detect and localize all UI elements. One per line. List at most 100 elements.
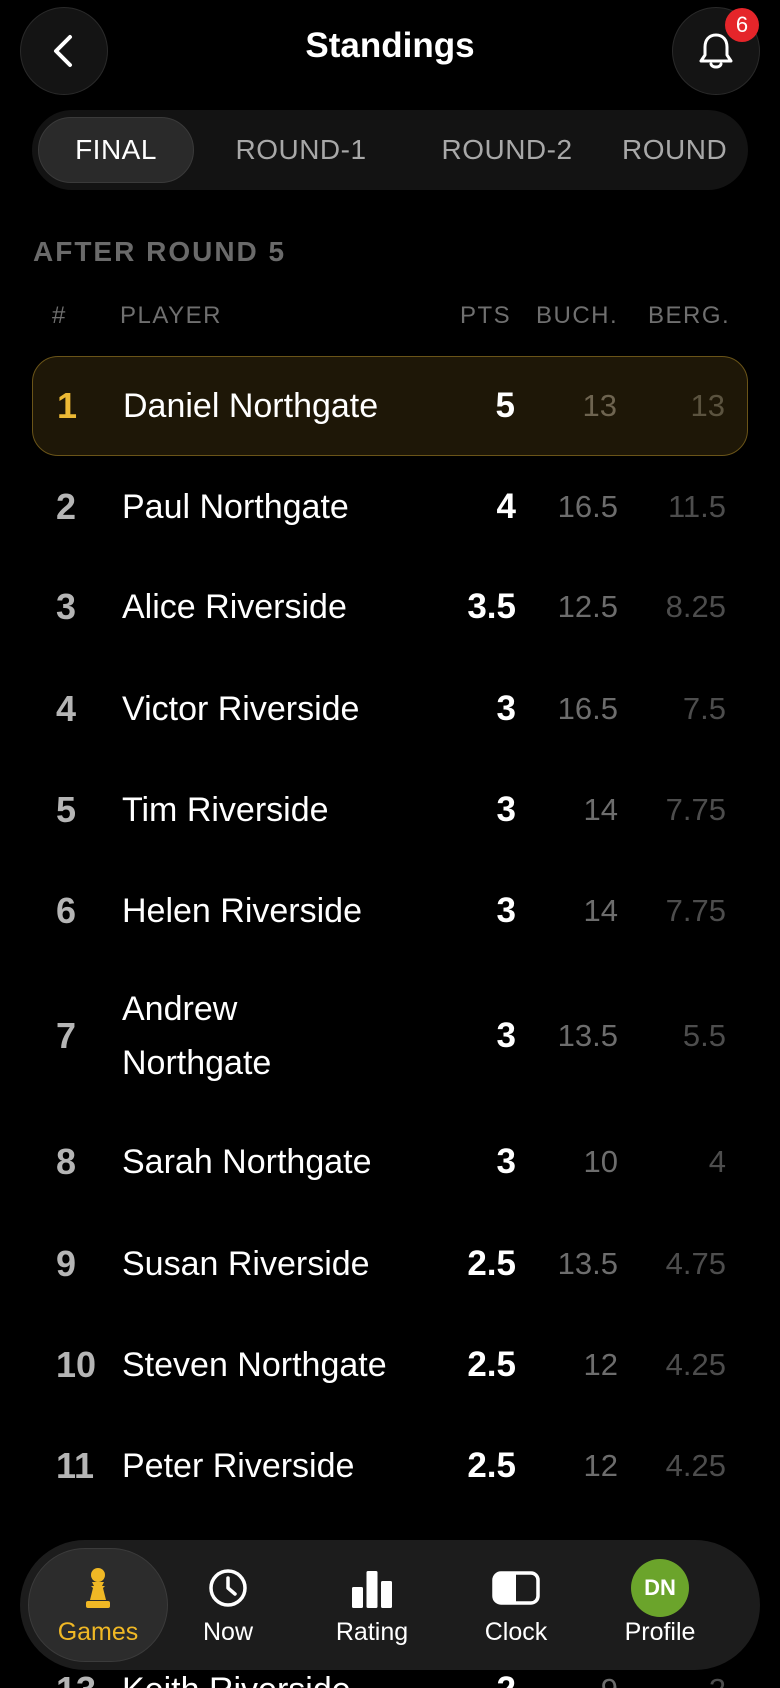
nav-rating[interactable]: Rating [302, 1548, 442, 1662]
rank: 10 [56, 1344, 97, 1385]
nav-clock[interactable]: Clock [446, 1548, 586, 1662]
nav-now[interactable]: Now [158, 1548, 298, 1662]
page-title: Standings [305, 26, 475, 65]
bottom-nav: Games Now Rating Clock DN Profile [20, 1540, 760, 1670]
standings-row[interactable]: 3 Alice Riverside 3.5 12.5 8.25 [32, 557, 748, 657]
tab-round-3[interactable]: ROUND [620, 117, 748, 183]
berger: 11.5 [667, 489, 726, 524]
nav-label: Rating [335, 1617, 409, 1646]
nav-label: Now [202, 1617, 253, 1646]
buchholz: 13.5 [557, 1246, 618, 1281]
round-tabs: FINAL ROUND-1 ROUND-2 ROUND [32, 110, 748, 190]
points: 2.5 [467, 1446, 516, 1485]
berger: 7.75 [665, 792, 726, 827]
bar-chart-icon [351, 1564, 393, 1612]
section-label: AFTER ROUND 5 [33, 236, 287, 267]
rank: 5 [56, 789, 77, 830]
column-buch: BUCH. [536, 302, 619, 329]
berger: 7.75 [665, 893, 726, 928]
player-name: Sarah Northgate [122, 1143, 372, 1181]
player-name: Andrew Northgate [122, 990, 272, 1082]
berger: 13 [690, 388, 725, 423]
nav-profile[interactable]: DN Profile [590, 1548, 730, 1662]
rank: 3 [56, 586, 77, 627]
rank: 8 [56, 1141, 77, 1182]
points: 3 [496, 891, 516, 930]
nav-games[interactable]: Games [28, 1548, 168, 1662]
standings-row[interactable]: 1 Daniel Northgate 5 13 13 [32, 356, 748, 456]
player-name: Tim Riverside [122, 791, 329, 829]
avatar: DN [631, 1558, 689, 1617]
buchholz: 16.5 [557, 691, 618, 726]
player-name: Steven Northgate [122, 1346, 387, 1384]
buchholz: 13.5 [557, 1018, 618, 1053]
player-name: Helen Riverside [122, 892, 362, 930]
points: 2.5 [467, 1244, 516, 1283]
buchholz: 14 [583, 792, 618, 827]
points: 3 [496, 790, 516, 829]
tab-final[interactable]: FINAL [38, 117, 194, 183]
points: 3 [496, 689, 516, 728]
rank: 13 [56, 1669, 96, 1688]
nav-label: Clock [484, 1617, 548, 1646]
berger: 4.25 [665, 1448, 726, 1483]
column-pts: PTS [460, 302, 512, 329]
player-name: Daniel Northgate [123, 387, 379, 425]
standings-row[interactable]: 10 Steven Northgate 2.5 12 4.25 [32, 1315, 748, 1415]
standings-row[interactable]: 4 Victor Riverside 3 16.5 7.5 [32, 659, 748, 759]
tab-round-1[interactable]: ROUND-1 [208, 117, 394, 183]
player-name: Alice Riverside [122, 588, 347, 626]
berger: 4 [708, 1144, 726, 1179]
points: 3 [496, 1016, 516, 1055]
rank: 11 [56, 1445, 95, 1486]
buchholz: 13 [582, 388, 617, 423]
points: 2 [497, 1670, 516, 1688]
player-name: Susan Riverside [122, 1245, 370, 1283]
standings-row[interactable]: 6 Helen Riverside 3 14 7.75 [32, 861, 748, 961]
standings-row[interactable]: 8 Sarah Northgate 3 10 4 [32, 1112, 748, 1212]
buchholz: 10 [583, 1144, 618, 1179]
player-name: Victor Riverside [122, 690, 360, 728]
rank: 1 [57, 385, 78, 426]
rank: 7 [56, 1015, 77, 1056]
header: Standings 6 [0, 0, 780, 105]
points: 2.5 [467, 1345, 516, 1384]
points: 3 [496, 1142, 516, 1181]
points: 3.5 [467, 587, 516, 626]
berger: 8.25 [665, 589, 726, 624]
tab-round-2[interactable]: ROUND-2 [414, 117, 600, 183]
standings-row[interactable]: 11 Peter Riverside 2.5 12 4.25 [32, 1416, 748, 1516]
buchholz: 16.5 [557, 489, 618, 524]
buchholz: 12 [583, 1448, 618, 1483]
rank: 2 [56, 486, 77, 527]
berger: 2 [709, 1672, 726, 1688]
nav-label: Profile [624, 1617, 696, 1646]
buchholz: 9 [601, 1672, 618, 1688]
buchholz: 14 [583, 893, 618, 928]
toggle-clock-icon [492, 1564, 540, 1612]
standings-row[interactable]: 2 Paul Northgate 4 16.5 11.5 [32, 457, 748, 557]
rank: 6 [56, 890, 77, 931]
standings-row[interactable]: 5 Tim Riverside 3 14 7.75 [32, 760, 748, 860]
player-name: Paul Northgate [122, 488, 349, 526]
buchholz: 12 [583, 1347, 618, 1382]
column-berg: BERG. [648, 302, 731, 329]
berger: 5.5 [682, 1018, 726, 1053]
clock-icon [207, 1564, 249, 1612]
rank: 9 [56, 1243, 77, 1284]
rank: 4 [56, 688, 77, 729]
column-player: PLAYER [120, 302, 222, 329]
berger: 4.75 [665, 1246, 726, 1281]
points: 5 [495, 386, 515, 425]
pawn-icon [81, 1564, 115, 1612]
notification-badge: 6 [725, 8, 759, 42]
berger: 4.25 [665, 1347, 726, 1382]
player-name: Peter Riverside [122, 1447, 355, 1485]
column-rank: # [52, 302, 67, 329]
buchholz: 12.5 [557, 589, 618, 624]
points: 4 [496, 487, 516, 526]
berger: 7.5 [682, 691, 726, 726]
standings-row[interactable]: 7 Andrew Northgate 3 13.5 5.5 [32, 985, 748, 1087]
standings-row[interactable]: 9 Susan Riverside 2.5 13.5 4.75 [32, 1214, 748, 1314]
bell-icon [699, 33, 733, 69]
